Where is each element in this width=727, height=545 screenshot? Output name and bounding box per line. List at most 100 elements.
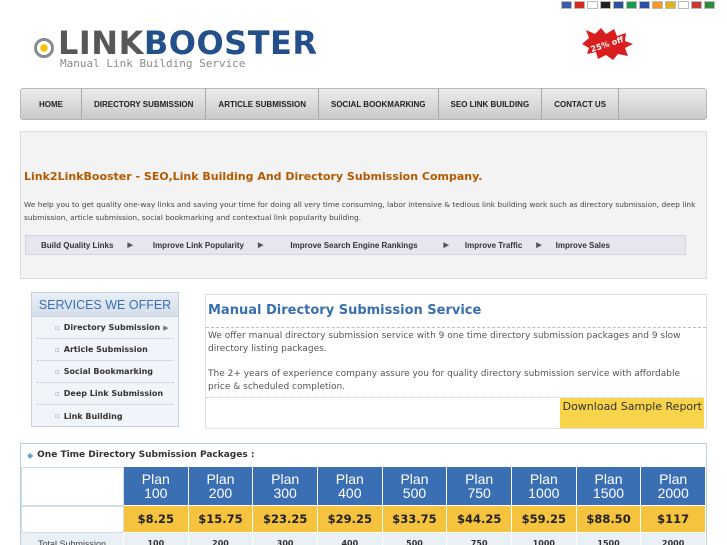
benefit-label: Improve Traffic [464, 240, 523, 250]
service-link-link-building[interactable]: ▫ Link Building [37, 405, 173, 427]
arrow-right-icon: ▶ [127, 242, 133, 249]
packages-table: ◆ One Time Directory Submission Packages … [20, 443, 707, 545]
plan-header: Plan 1500 [576, 467, 642, 506]
in-flag-icon[interactable] [652, 1, 663, 9]
service-label: Social Bookmarking [63, 367, 153, 376]
submission-row: Total Submission 100 200 300 400 500 750 1000 1… [21, 533, 707, 545]
chevron-right-icon: ▶ [163, 323, 169, 332]
table-corner [21, 467, 124, 506]
intro-title: Link2LinkBooster - SEO,Link Building And… [24, 170, 483, 183]
bullet-icon: ▫ [55, 323, 60, 332]
plan-header: Plan 500 [382, 467, 448, 506]
price-row: $8.25 $15.75 $23.25 $29.25 $33.75 $44.25 $59.2… [21, 506, 707, 533]
pt-flag-icon[interactable] [704, 1, 715, 9]
packages-grid: Plan 100 Plan 200 Plan 300 Plan 400 Plan 500 Plan 7… [21, 467, 707, 545]
plan-row: Plan 100 Plan 200 Plan 300 Plan 400 Plan 500 Plan 7… [21, 467, 707, 506]
nav-directory-submission[interactable]: DIRECTORY SUBMISSION [82, 89, 207, 119]
plan-price[interactable]: $33.75 [382, 506, 448, 533]
nav-contact-us[interactable]: CONTACT US [542, 89, 620, 119]
cn-flag-icon[interactable] [574, 1, 585, 9]
logo-mark-icon [34, 38, 54, 58]
plan-header: Plan 750 [447, 467, 512, 506]
service-link-deep-link-submission[interactable]: ▫ Deep Link Submission [37, 383, 173, 405]
nl-flag-icon[interactable] [691, 1, 702, 9]
plan-submissions: 750 [447, 533, 512, 545]
price-row-label [21, 506, 124, 533]
plan-price[interactable]: $117 [641, 506, 707, 533]
service-label: Deep Link Submission [63, 389, 164, 398]
plan-header: Plan 300 [253, 467, 318, 506]
plan-submissions: 200 [188, 533, 254, 545]
intro-panel: Link2LinkBooster - SEO,Link Building And… [20, 131, 707, 279]
panel-paragraph-offer: We offer manual directory submission ser… [208, 331, 681, 354]
packages-heading-label: One Time Directory Submission Packages : [37, 450, 255, 460]
plan-submissions: 300 [253, 533, 318, 545]
nav-article-submission[interactable]: ARTICLE SUBMISSION [206, 89, 319, 119]
service-link-directory-submission[interactable]: ▫ Directory Submission ▶ [37, 317, 173, 339]
panel-title: Manual Directory Submission Service [208, 303, 482, 318]
it-flag-icon[interactable] [626, 1, 637, 9]
nav-social-bookmarking[interactable]: SOCIAL BOOKMARKING [319, 89, 439, 119]
es-flag-icon[interactable] [665, 1, 676, 9]
plan-submissions: 1500 [576, 533, 642, 545]
plan-submissions: 400 [317, 533, 383, 545]
divider [206, 327, 706, 328]
fr-flag-icon[interactable] [613, 1, 624, 9]
panel-paragraph-experience: The 2+ years of experience company assur… [208, 369, 680, 392]
service-label: Link Building [63, 411, 123, 421]
arrow-right-icon: ▶ [443, 242, 449, 249]
service-label: Article Submission [63, 345, 148, 354]
services-sidebar: SERVICES WE OFFER ▫ Directory Submission ▶… [31, 292, 179, 427]
benefit-label: Improve Sales [555, 240, 610, 250]
plan-submissions: 500 [382, 533, 448, 545]
benefit-label: Improve Link Popularity [152, 240, 244, 250]
plan-header: Plan 2000 [641, 467, 707, 506]
ru-flag-icon[interactable] [639, 1, 650, 9]
download-sample-report-button[interactable]: Download Sample Report [560, 398, 704, 428]
bullet-icon: ▫ [55, 345, 60, 354]
plan-price[interactable]: $23.25 [253, 506, 318, 533]
plan-price[interactable]: $88.50 [576, 506, 642, 533]
main-nav: HOME DIRECTORY SUBMISSION ARTICLE SUBMIS… [20, 88, 707, 120]
de-flag-icon[interactable] [600, 1, 611, 9]
plan-price[interactable]: $8.25 [123, 506, 189, 533]
benefit-label: Improve Search Engine Rankings [290, 240, 418, 250]
benefits-bar: Build Quality Links ▶ Improve Link Popula… [25, 235, 686, 255]
plan-submissions: 2000 [641, 533, 707, 545]
benefit-label: Build Quality Links [41, 240, 114, 250]
us-flag-icon[interactable] [561, 1, 572, 9]
benefit-item: Improve Traffic ▶ [465, 241, 542, 250]
benefit-item: Build Quality Links ▶ [41, 241, 133, 250]
benefit-item: Improve Sales [556, 241, 610, 250]
logo-tagline: Manual Link Building Service [60, 57, 246, 70]
manual-directory-panel: Manual Directory Submission Service We o… [205, 294, 707, 429]
plan-submissions: 1000 [512, 533, 577, 545]
arrow-right-icon: ▶ [257, 242, 264, 249]
intro-text: We help you to get quality one-way links… [24, 200, 696, 222]
jp-flag-icon[interactable] [587, 1, 598, 9]
plan-header: Plan 400 [317, 467, 383, 506]
plan-price[interactable]: $29.25 [317, 506, 383, 533]
service-link-social-bookmarking[interactable]: ▫ Social Bookmarking [37, 361, 173, 383]
service-label: Directory Submission [63, 323, 161, 332]
plan-price[interactable]: $15.75 [188, 506, 254, 533]
plan-price[interactable]: $59.25 [512, 506, 577, 533]
plan-price[interactable]: $44.25 [447, 506, 512, 533]
nav-seo-link-building[interactable]: SEO LINK BUILDING [439, 89, 543, 119]
nav-home[interactable]: HOME [21, 89, 82, 119]
plan-header: Plan 100 [123, 467, 189, 506]
arrow-right-icon: ▶ [536, 242, 542, 249]
services-heading: SERVICES WE OFFER [32, 293, 178, 317]
discount-badge-icon[interactable]: 25% off [580, 28, 634, 60]
plan-header: Plan 200 [188, 467, 254, 506]
language-flags [561, 1, 715, 9]
plan-header: Plan 1000 [512, 467, 577, 506]
diamond-bullet-icon: ◆ [27, 450, 34, 460]
benefit-item: Improve Search Engine Rankings ▶ [290, 241, 449, 250]
packages-heading: ◆ One Time Directory Submission Packages … [21, 444, 706, 466]
bullet-icon: ▫ [55, 412, 60, 420]
bullet-icon: ▫ [55, 367, 60, 376]
benefit-item: Improve Link Popularity ▶ [153, 241, 264, 250]
kr-flag-icon[interactable] [678, 1, 689, 9]
service-link-article-submission[interactable]: ▫ Article Submission [37, 339, 173, 361]
